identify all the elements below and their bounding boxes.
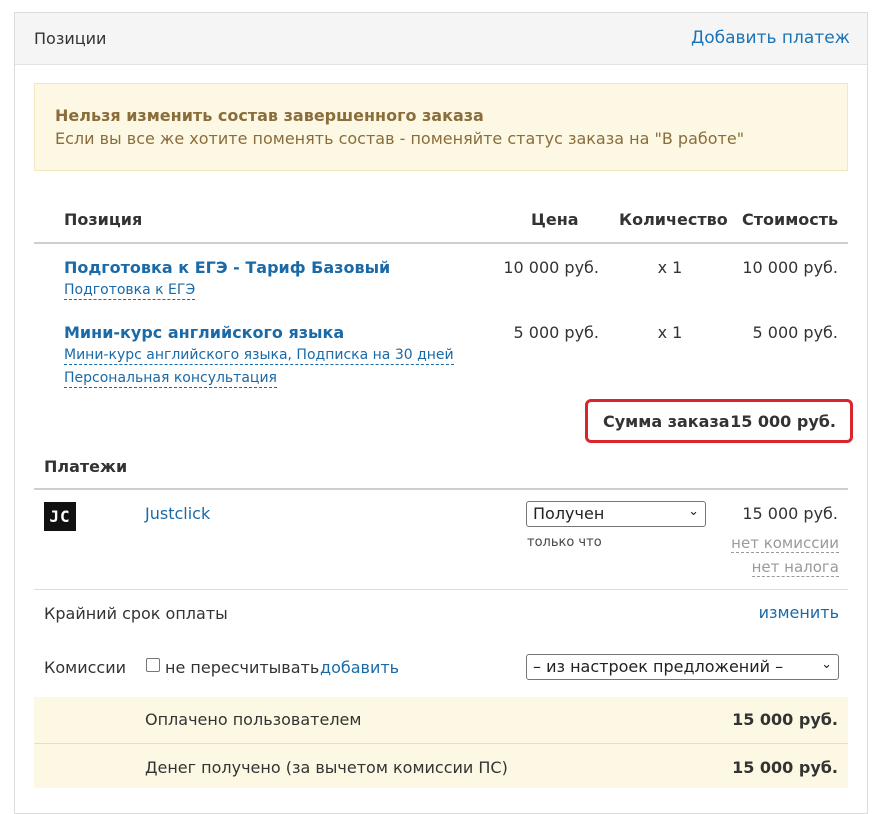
add-commission-link[interactable]: добавить (320, 658, 399, 677)
payment-tax-link[interactable]: нет налога (751, 558, 839, 577)
item-name[interactable]: Подготовка к ЕГЭ - Тариф Базовый (64, 258, 390, 277)
item-name[interactable]: Мини-курс английского языка (64, 323, 344, 342)
commission-source-select[interactable]: – из настроек предложений – ⌄ (526, 654, 839, 680)
column-header-cost: Стоимость (742, 210, 839, 229)
completed-order-alert: Нельзя изменить состав завершенного зака… (34, 83, 848, 171)
item-price: 5 000 руб. (513, 323, 599, 342)
panel-title: Позиции (34, 29, 107, 48)
paid-by-user-value: 15 000 руб. (732, 710, 838, 729)
item-cost: 10 000 руб. (742, 258, 838, 277)
item-subproduct-link[interactable]: Подготовка к ЕГЭ (64, 282, 196, 300)
item-subproduct-link[interactable]: Персональная консультация (64, 370, 277, 388)
payments-title: Платежи (44, 457, 128, 476)
payment-status-note: только что (527, 535, 602, 550)
alert-title: Нельзя изменить состав завершенного зака… (55, 106, 484, 125)
item-quantity: x 1 (657, 258, 683, 277)
no-recalc-checkbox[interactable] (146, 658, 160, 672)
order-total-highlight: Сумма заказа 15 000 руб. (585, 399, 853, 443)
payment-amount: 15 000 руб. (742, 504, 838, 523)
justclick-logo-icon: JC (44, 502, 76, 531)
alert-text: Если вы все же хотите поменять состав - … (55, 129, 745, 148)
order-total-value: 15 000 руб. (730, 412, 836, 431)
payment-deadline-label: Крайний срок оплаты (44, 604, 228, 623)
divider (34, 589, 848, 590)
payment-status-select[interactable]: Получен ⌄ (526, 501, 706, 527)
money-received-value: 15 000 руб. (732, 758, 838, 777)
payment-commission-link[interactable]: нет комиссии (731, 534, 839, 553)
column-header-position: Позиция (64, 210, 143, 229)
chevron-down-icon: ⌄ (821, 657, 832, 672)
commission-source-value: – из настроек предложений – (533, 657, 784, 676)
table-header-divider (34, 242, 848, 244)
payments-divider (34, 488, 848, 490)
commissions-label: Комиссии (44, 658, 127, 677)
panel-header: Позиции Добавить платеж (15, 13, 867, 65)
payment-status-value: Получен (533, 504, 605, 523)
paid-by-user-row: Оплачено пользователем 15 000 руб. (34, 697, 848, 743)
paid-by-user-label: Оплачено пользователем (145, 710, 362, 729)
item-price: 10 000 руб. (503, 258, 599, 277)
chevron-down-icon: ⌄ (688, 504, 699, 519)
no-recalc-label: не пересчитывать (165, 658, 320, 677)
item-subproduct-link[interactable]: Мини-курс английского языка, Подписка на… (64, 347, 454, 365)
money-received-row: Денег получено (за вычетом комиссии ПС) … (34, 744, 848, 788)
column-header-price: Цена (531, 210, 579, 229)
order-total-label: Сумма заказа (603, 412, 730, 431)
column-header-quantity: Количество (619, 210, 728, 229)
money-received-label: Денег получено (за вычетом комиссии ПС) (145, 758, 508, 777)
item-quantity: x 1 (657, 323, 683, 342)
payment-system-link[interactable]: Justclick (145, 504, 210, 523)
change-deadline-link[interactable]: изменить (759, 603, 839, 622)
add-payment-link[interactable]: Добавить платеж (691, 28, 850, 48)
item-cost: 5 000 руб. (752, 323, 838, 342)
